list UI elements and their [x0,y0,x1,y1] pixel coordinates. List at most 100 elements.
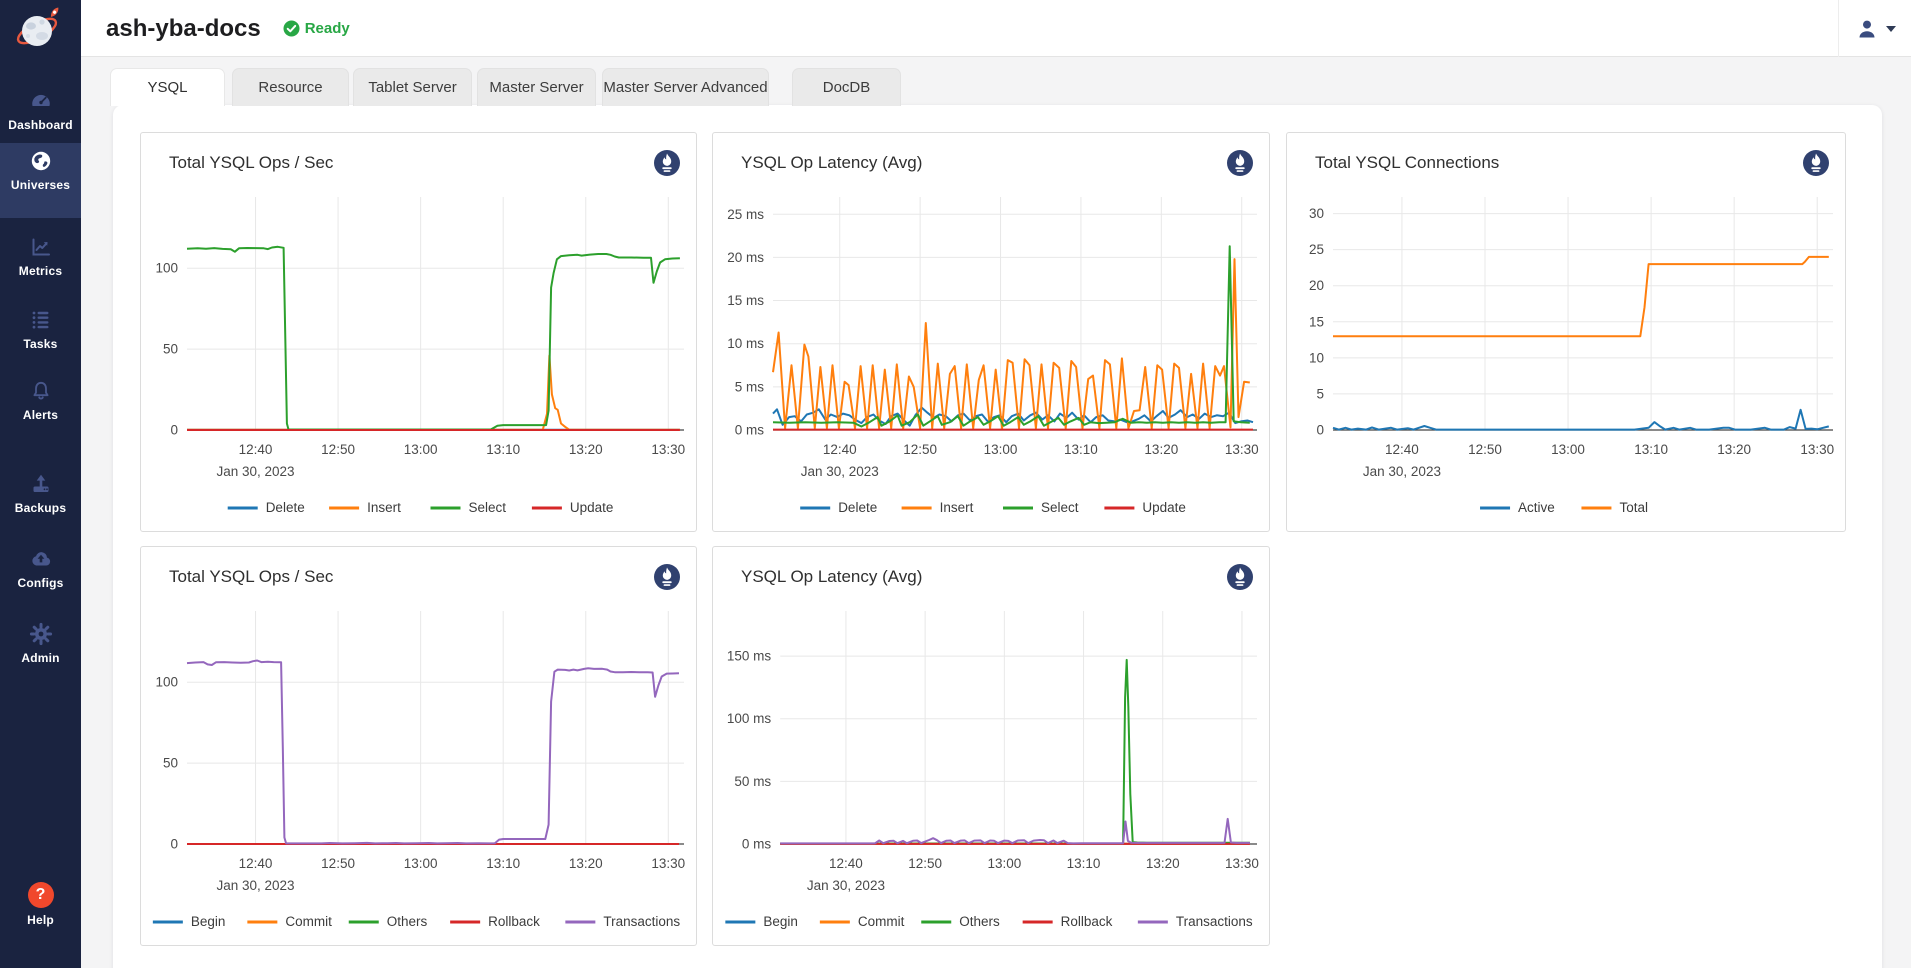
svg-text:25 ms: 25 ms [727,207,764,222]
legend-label: Commit [285,914,332,929]
legend-label: Rollback [488,914,540,929]
sidebar-item-backups[interactable]: Backups [0,466,81,515]
legend-label: Delete [266,500,305,515]
svg-text:13:00: 13:00 [984,442,1018,457]
user-menu[interactable] [1838,0,1911,57]
series-insert [187,356,680,430]
svg-text:5: 5 [1316,386,1324,401]
sidebar-item-admin[interactable]: Admin [0,616,81,665]
yugabyte-logo[interactable] [13,5,65,53]
tab-ysql[interactable]: YSQL [110,68,225,106]
svg-text:12:40: 12:40 [829,856,863,871]
chart-panel-1: Total YSQL Ops / Sec 05010012:4012:5013:… [140,132,697,532]
svg-text:13:20: 13:20 [1144,442,1178,457]
legend-label: Update [570,500,614,515]
svg-text:13:10: 13:10 [1634,442,1668,457]
svg-text:13:00: 13:00 [987,856,1021,871]
x-axis-date: Jan 30, 2023 [1363,464,1441,479]
legend-label: Others [959,914,1000,929]
page: Dashboard Universes Metrics Tasks Alerts Back… [0,0,1911,968]
svg-text:13:00: 13:00 [1551,442,1585,457]
bell-icon [29,379,53,403]
legend-label: Begin [191,914,226,929]
sidebar-item-dashboard[interactable]: Dashboard [0,83,81,132]
legend-label: Update [1142,500,1186,515]
svg-text:15: 15 [1309,314,1324,329]
legend-label: Select [469,500,507,515]
svg-text:12:40: 12:40 [239,442,273,457]
legend-label: Begin [763,914,798,929]
gear-icon [29,622,53,646]
status-badge: Ready [283,20,350,37]
globe-icon [29,149,53,173]
sidebar-item-label: Help [27,913,54,927]
svg-text:12:40: 12:40 [239,856,273,871]
svg-text:12:50: 12:50 [1468,442,1502,457]
svg-text:30: 30 [1309,206,1324,221]
svg-text:13:00: 13:00 [404,442,438,457]
chart-panel-2: YSQL Op Latency (Avg) 0 ms5 ms10 ms15 ms… [712,132,1270,532]
tab-tablet-server[interactable]: Tablet Server [353,68,472,106]
sidebar-item-label: Metrics [19,264,62,278]
svg-text:0: 0 [170,423,178,438]
backup-icon [29,472,53,496]
chart-plot-area: 0 ms5 ms10 ms15 ms20 ms25 ms12:4012:5013… [713,133,1271,533]
help-icon: ? [28,882,54,908]
x-axis-date: Jan 30, 2023 [216,878,294,893]
legend-label: Transactions [603,914,680,929]
sidebar-item-label: Tasks [23,337,57,351]
x-axis-date: Jan 30, 2023 [216,464,294,479]
metrics-icon [29,235,53,259]
svg-text:15 ms: 15 ms [727,293,764,308]
series-select [187,247,680,430]
chart-plot-area: 0 ms50 ms100 ms150 ms12:4012:5013:0013:1… [713,547,1271,947]
svg-text:13:00: 13:00 [404,856,438,871]
tab-docdb[interactable]: DocDB [792,68,901,106]
svg-text:13:20: 13:20 [1146,856,1180,871]
svg-text:100: 100 [155,261,178,276]
user-icon [1855,17,1879,41]
legend-label: Select [1041,500,1079,515]
svg-text:12:40: 12:40 [823,442,857,457]
sidebar-item-metrics[interactable]: Metrics [0,229,81,278]
svg-text:12:50: 12:50 [321,442,355,457]
tab-master-server-advanced[interactable]: Master Server Advanced [602,68,769,106]
sidebar-item-label: Admin [21,651,59,665]
chevron-down-icon [1886,26,1896,32]
legend-label: Active [1518,500,1555,515]
legend-label: Others [387,914,428,929]
svg-text:13:10: 13:10 [1067,856,1101,871]
series-active [1333,410,1829,430]
svg-text:50 ms: 50 ms [734,774,771,789]
svg-text:150 ms: 150 ms [727,649,772,664]
sidebar-item-help[interactable]: ? Help [0,876,81,927]
svg-text:10 ms: 10 ms [727,336,764,351]
sidebar-item-universes[interactable]: Universes [0,143,81,218]
svg-text:50: 50 [163,342,178,357]
legend-label: Delete [838,500,877,515]
sidebar-item-configs[interactable]: Configs [0,541,81,590]
svg-text:12:50: 12:50 [903,442,937,457]
svg-text:0: 0 [170,837,178,852]
sidebar-item-label: Dashboard [8,118,72,132]
svg-text:100: 100 [155,675,178,690]
legend-label: Commit [858,914,905,929]
sidebar-item-label: Backups [15,501,66,515]
sidebar-item-alerts[interactable]: Alerts [0,373,81,422]
svg-text:13:10: 13:10 [486,442,520,457]
svg-text:0 ms: 0 ms [742,837,772,852]
cloud-icon [29,547,53,571]
chart-panel-3: Total YSQL Connections 05101520253012:40… [1286,132,1846,532]
svg-text:12:50: 12:50 [908,856,942,871]
svg-text:13:30: 13:30 [1225,442,1259,457]
svg-text:0 ms: 0 ms [735,423,765,438]
sidebar: Dashboard Universes Metrics Tasks Alerts Back… [0,0,81,968]
tasks-icon [29,308,53,332]
sidebar-item-tasks[interactable]: Tasks [0,302,81,351]
tab-master-server[interactable]: Master Server [477,68,596,106]
sidebar-item-label: Universes [11,178,70,192]
legend-label: Transactions [1176,914,1253,929]
chart-plot-area: 05010012:4012:5013:0013:1013:2013:30Jan … [141,547,698,947]
tab-resource[interactable]: Resource [232,68,349,106]
chart-plot-area: 05010012:4012:5013:0013:1013:2013:30Jan … [141,133,698,533]
